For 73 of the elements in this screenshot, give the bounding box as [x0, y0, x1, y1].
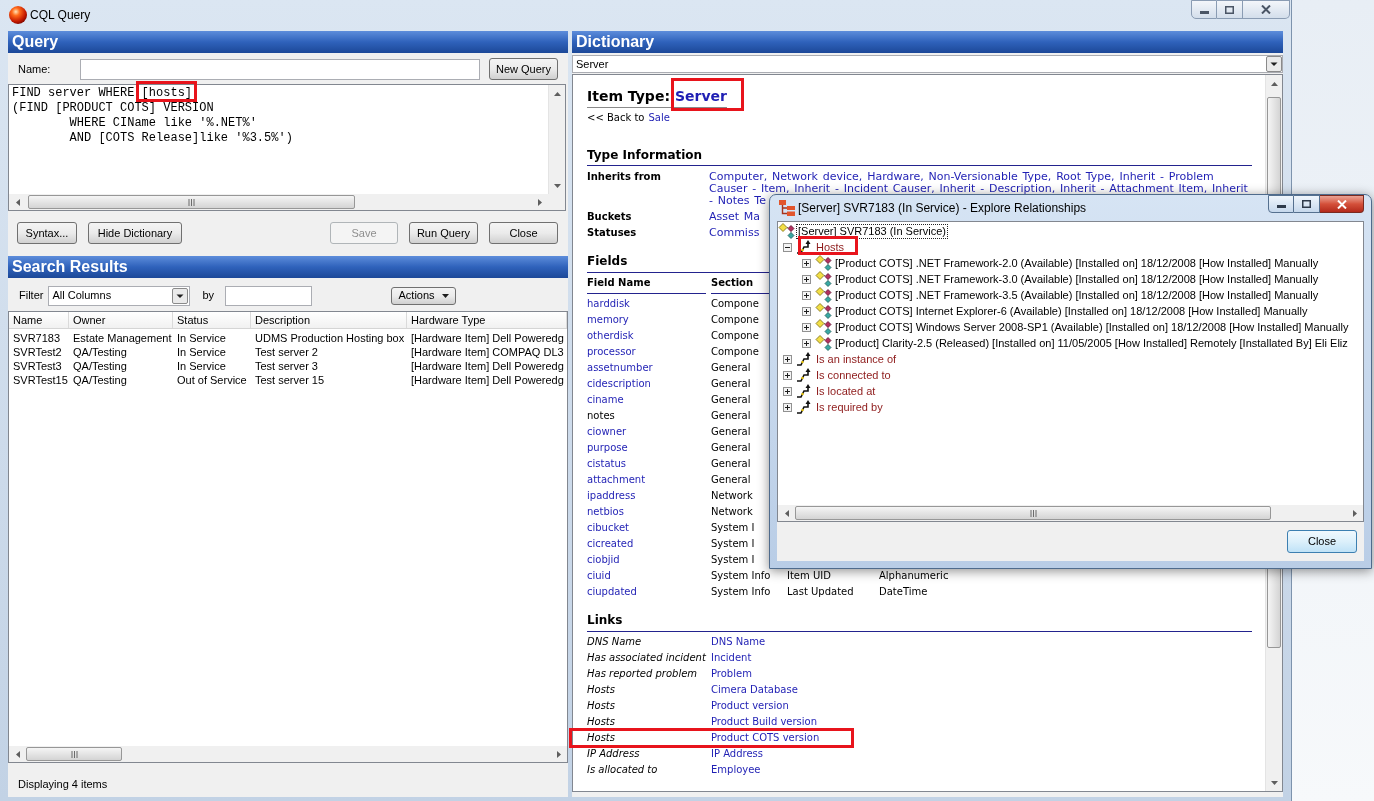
- back-link-text: << Back to Sale: [587, 112, 670, 123]
- table-cell: General: [711, 410, 751, 421]
- section-heading: Type Information: [587, 148, 703, 162]
- table-cell: General: [711, 458, 751, 469]
- link-relation: Hosts: [587, 732, 615, 743]
- table-cell: SVRTest3: [13, 360, 62, 372]
- table-cell: Test server 2: [255, 346, 318, 358]
- table-cell: General: [711, 362, 751, 373]
- table-cell: General: [711, 442, 751, 453]
- column-header: Field Name: [587, 277, 651, 288]
- section-heading: Fields: [587, 254, 628, 268]
- table-cell: UDMS Production Hosting box: [255, 332, 405, 344]
- table-cell: SVRTest15: [13, 374, 68, 386]
- filter-label: Filter: [19, 288, 44, 304]
- link-relation: Has associated incident: [587, 652, 706, 663]
- table-cell: SVR7183: [13, 332, 61, 344]
- table-cell: QA/Testing: [73, 346, 127, 358]
- table-cell: Compone: [711, 330, 759, 341]
- item-type-label: Item Type:: [587, 87, 670, 105]
- table-cell: QA/Testing: [73, 360, 127, 372]
- table-cell: Last Updated: [787, 586, 854, 597]
- link-relation: DNS Name: [587, 636, 642, 647]
- table-cell: [Hardware Item] Dell Poweredg: [411, 374, 564, 386]
- panel-header: Search Results: [8, 256, 568, 278]
- status-text: Displaying 4 items: [18, 778, 108, 790]
- table-cell: Alphanumeric: [879, 570, 949, 581]
- table-cell: In Service: [177, 360, 226, 372]
- table-cell: Item UID: [787, 570, 831, 581]
- table-cell: Estate Management: [73, 332, 172, 344]
- table-cell: System I: [711, 554, 755, 565]
- table-cell: Network: [711, 506, 753, 517]
- property-label: Statuses: [587, 227, 637, 238]
- table-cell: General: [711, 474, 751, 485]
- link-relation: Has reported problem: [587, 668, 698, 679]
- table-cell: [Hardware Item] Dell Poweredg: [411, 332, 564, 344]
- property-label: Buckets: [587, 211, 632, 222]
- table-cell: QA/Testing: [73, 374, 127, 386]
- table-cell: DateTime: [879, 586, 928, 597]
- table-cell: Compone: [711, 346, 759, 357]
- table-cell: Test server 3: [255, 360, 318, 372]
- window-title: CQL Query: [30, 8, 91, 22]
- table-cell: Compone: [711, 298, 759, 309]
- link-relation: Hosts: [587, 700, 615, 711]
- table-cell: System I: [711, 522, 755, 533]
- property-label: Inherits from: [587, 171, 661, 182]
- table-cell: General: [711, 378, 751, 389]
- name-label: Name:: [18, 61, 52, 77]
- table-cell: System Info: [711, 586, 771, 597]
- table-cell: Out of Service: [177, 374, 247, 386]
- table-cell: In Service: [177, 332, 226, 344]
- field-name: notes: [587, 410, 615, 421]
- table-cell: General: [711, 426, 751, 437]
- table-cell: [Hardware Item] Dell Poweredg: [411, 360, 564, 372]
- item-type-value: Server: [675, 88, 727, 104]
- table-cell: Compone: [711, 314, 759, 325]
- link-relation: IP Address: [587, 748, 640, 759]
- dialog-title: [Server] SVR7183 (In Service) - Explore Relationships: [798, 201, 1087, 215]
- panel-header: Query: [8, 31, 568, 53]
- panel-header: Dictionary: [572, 31, 1283, 53]
- link-relation: Hosts: [587, 716, 615, 727]
- table-cell: General: [711, 394, 751, 405]
- link-relation: Is allocated to: [587, 764, 658, 775]
- link-relation: Hosts: [587, 684, 615, 695]
- by-label: by: [202, 288, 215, 304]
- table-cell: System I: [711, 538, 755, 549]
- table-cell: SVRTest2: [13, 346, 62, 358]
- table-cell: In Service: [177, 346, 226, 358]
- section-heading: Links: [587, 613, 623, 627]
- table-cell: Network: [711, 490, 753, 501]
- table-cell: System Info: [711, 570, 771, 581]
- column-header: Section: [711, 277, 754, 288]
- table-cell: [Hardware Item] COMPAQ DL3: [411, 346, 564, 358]
- table-cell: Test server 15: [255, 374, 325, 386]
